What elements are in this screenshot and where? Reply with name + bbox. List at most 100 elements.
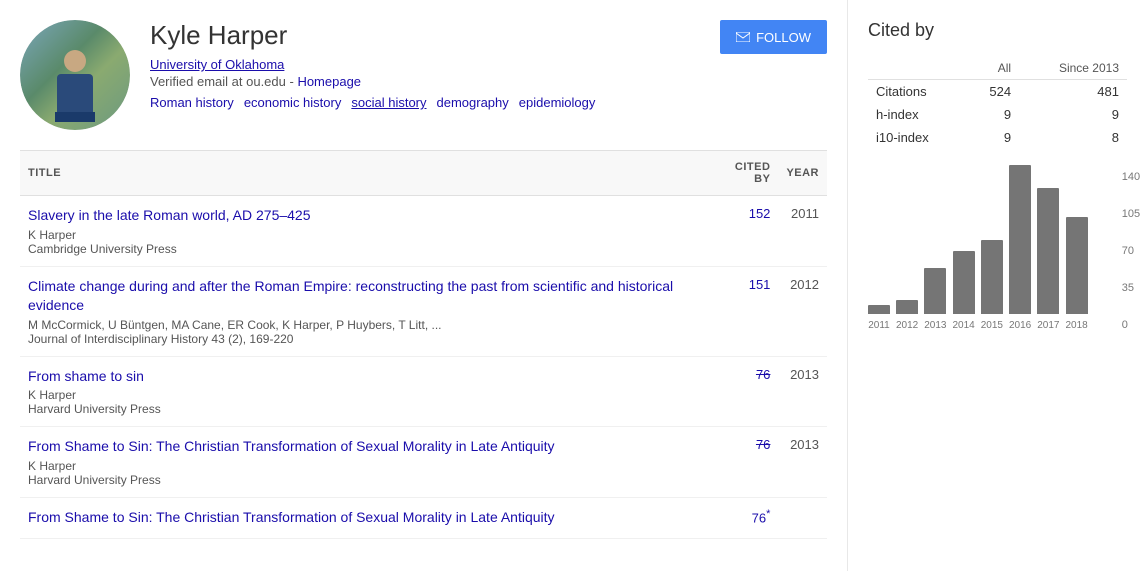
paper-title[interactable]: Climate change during and after the Roma… bbox=[28, 277, 700, 316]
asterisk-marker: * bbox=[766, 508, 770, 520]
stats-row: Citations524481 bbox=[868, 80, 1127, 104]
table-row: From Shame to Sin: The Christian Transfo… bbox=[20, 427, 827, 498]
col-year: YEAR bbox=[778, 151, 827, 196]
chart-bar bbox=[896, 300, 918, 314]
table-row: From Shame to Sin: The Christian Transfo… bbox=[20, 497, 827, 538]
chart-bars: 2011 2012 2013 2014 2015 2016 2017 2018 bbox=[868, 171, 1118, 331]
cited-by-title: Cited by bbox=[868, 20, 1127, 41]
col-cited: CITED BY bbox=[708, 151, 778, 196]
bar-group: 2018 bbox=[1066, 217, 1088, 331]
col-all-header: All bbox=[966, 57, 1020, 80]
bar-group: 2014 bbox=[953, 251, 975, 331]
paper-source: Cambridge University Press bbox=[28, 242, 700, 256]
stats-rows: Citations524481h-index99i10-index98 bbox=[868, 80, 1127, 150]
bar-year-label: 2018 bbox=[1066, 320, 1088, 331]
bar-year-label: 2013 bbox=[924, 320, 946, 331]
citations-chart: 20112012201320142015201620172018 140 105… bbox=[868, 169, 1127, 331]
paper-title[interactable]: From Shame to Sin: The Christian Transfo… bbox=[28, 508, 700, 528]
paper-authors: K Harper bbox=[28, 228, 700, 242]
table-row: Climate change during and after the Roma… bbox=[20, 266, 827, 356]
paper-source: Harvard University Press bbox=[28, 402, 700, 416]
papers-list: Slavery in the late Roman world, AD 275–… bbox=[20, 196, 827, 539]
paper-cited[interactable]: 76 bbox=[708, 427, 778, 498]
paper-cited[interactable]: 152 bbox=[708, 196, 778, 267]
bar-year-label: 2016 bbox=[1009, 320, 1031, 331]
bar-group: 2012 bbox=[896, 300, 918, 331]
email-line: Verified email at ou.edu - Homepage bbox=[150, 74, 595, 89]
bar-year-label: 2014 bbox=[953, 320, 975, 331]
sidebar: Cited by All Since 2013 Citations524481h… bbox=[847, 0, 1147, 571]
col-title: TITLE bbox=[20, 151, 708, 196]
bar-year-label: 2012 bbox=[896, 320, 918, 331]
chart-bar bbox=[868, 305, 890, 314]
table-header: TITLE CITED BY YEAR bbox=[20, 151, 827, 196]
stats-label: i10-index bbox=[868, 126, 966, 149]
chart-bar bbox=[1009, 165, 1031, 314]
stats-label: h-index bbox=[868, 103, 966, 126]
table-row: Slavery in the late Roman world, AD 275–… bbox=[20, 196, 827, 267]
stats-all: 9 bbox=[966, 126, 1020, 149]
bar-year-label: 2015 bbox=[981, 320, 1003, 331]
y-label-35: 35 bbox=[1122, 282, 1140, 294]
stats-row: h-index99 bbox=[868, 103, 1127, 126]
paper-authors: K Harper bbox=[28, 459, 700, 473]
bar-group: 2016 bbox=[1009, 165, 1031, 331]
follow-label: FOLLOW bbox=[756, 30, 811, 45]
y-label-0: 0 bbox=[1122, 319, 1140, 331]
homepage-link[interactable]: Homepage bbox=[297, 74, 361, 89]
chart-bar bbox=[953, 251, 975, 314]
profile-tag-social-history[interactable]: social history bbox=[351, 95, 426, 110]
paper-cited[interactable]: 76* bbox=[708, 497, 778, 538]
stats-all: 524 bbox=[966, 80, 1020, 104]
paper-authors: K Harper bbox=[28, 388, 700, 402]
follow-button[interactable]: FOLLOW bbox=[720, 20, 827, 54]
table-row: From shame to sinK HarperHarvard Univers… bbox=[20, 356, 827, 427]
stats-since: 481 bbox=[1019, 80, 1127, 104]
chart-bar bbox=[924, 268, 946, 314]
profile-name: Kyle Harper bbox=[150, 20, 595, 51]
bar-group: 2011 bbox=[868, 305, 890, 331]
stats-all: 9 bbox=[966, 103, 1020, 126]
paper-authors: M McCormick, U Büntgen, MA Cane, ER Cook… bbox=[28, 318, 700, 332]
profile-tag-roman-history[interactable]: Roman history bbox=[150, 95, 234, 110]
avatar bbox=[20, 20, 130, 130]
bar-year-label: 2011 bbox=[868, 320, 890, 331]
paper-year: 2013 bbox=[778, 427, 827, 498]
bar-group: 2015 bbox=[981, 240, 1003, 331]
y-label-140: 140 bbox=[1122, 171, 1140, 183]
profile-tag-economic-history[interactable]: economic history bbox=[244, 95, 342, 110]
y-label-105: 105 bbox=[1122, 208, 1140, 220]
col-since-header: Since 2013 bbox=[1019, 57, 1127, 80]
institution-link[interactable]: University of Oklahoma bbox=[150, 57, 595, 72]
chart-bar bbox=[1066, 217, 1088, 314]
stats-table: All Since 2013 Citations524481h-index99i… bbox=[868, 57, 1127, 149]
bar-year-label: 2017 bbox=[1037, 320, 1059, 331]
paper-cited[interactable]: 76 bbox=[708, 356, 778, 427]
paper-source: Harvard University Press bbox=[28, 473, 700, 487]
stats-since: 8 bbox=[1019, 126, 1127, 149]
profile-header: Kyle Harper University of Oklahoma Verif… bbox=[20, 20, 827, 130]
paper-year: 2011 bbox=[778, 196, 827, 267]
email-text: Verified email at ou.edu - bbox=[150, 74, 294, 89]
chart-bar bbox=[1037, 188, 1059, 314]
stats-since: 9 bbox=[1019, 103, 1127, 126]
paper-year bbox=[778, 497, 827, 538]
bar-group: 2013 bbox=[924, 268, 946, 331]
paper-title[interactable]: From Shame to Sin: The Christian Transfo… bbox=[28, 437, 700, 457]
email-icon bbox=[736, 32, 750, 42]
paper-year: 2013 bbox=[778, 356, 827, 427]
stats-row: i10-index98 bbox=[868, 126, 1127, 149]
profile-tag-demography[interactable]: demography bbox=[437, 95, 509, 110]
paper-source: Journal of Interdisciplinary History 43 … bbox=[28, 332, 700, 346]
papers-table: TITLE CITED BY YEAR Slavery in the late … bbox=[20, 150, 827, 539]
stats-label: Citations bbox=[868, 80, 966, 104]
bar-group: 2017 bbox=[1037, 188, 1059, 331]
chart-bar bbox=[981, 240, 1003, 314]
paper-title[interactable]: Slavery in the late Roman world, AD 275–… bbox=[28, 206, 700, 226]
paper-year: 2012 bbox=[778, 266, 827, 356]
y-label-70: 70 bbox=[1122, 245, 1140, 257]
paper-cited[interactable]: 151 bbox=[708, 266, 778, 356]
profile-tag-epidemiology[interactable]: epidemiology bbox=[519, 95, 596, 110]
profile-tags: Roman history economic history social hist… bbox=[150, 95, 595, 110]
paper-title[interactable]: From shame to sin bbox=[28, 367, 700, 387]
